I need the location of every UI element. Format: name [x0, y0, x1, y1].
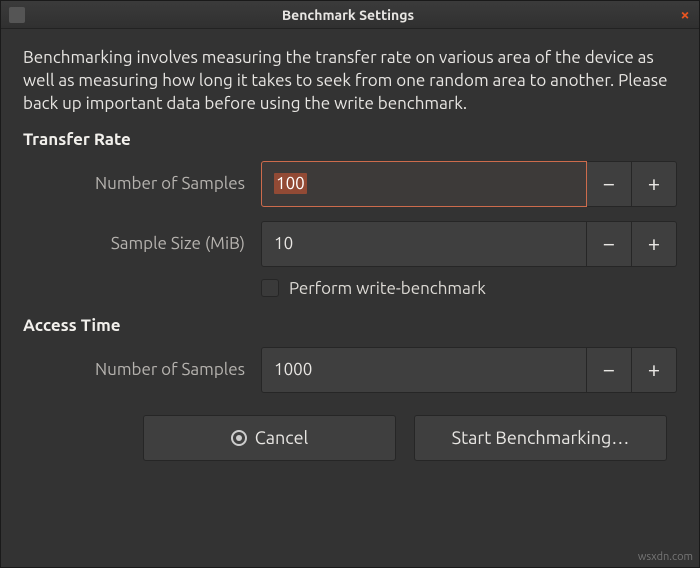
input-transfer-num-samples[interactable]: 100 — [261, 161, 587, 207]
decrement-access-num-samples[interactable]: − — [587, 347, 632, 393]
input-access-num-samples-value: 1000 — [274, 360, 312, 379]
row-transfer-num-samples: Number of Samples 100 − + — [23, 161, 677, 207]
plus-icon: + — [648, 357, 660, 382]
cancel-icon — [231, 430, 247, 446]
label-transfer-sample-size: Sample Size (MiB) — [23, 221, 261, 267]
stepper-access-num-samples: 1000 − + — [261, 347, 677, 393]
cancel-button[interactable]: Cancel — [143, 415, 396, 461]
row-access-num-samples: Number of Samples 1000 − + — [23, 347, 677, 393]
plus-icon: + — [648, 171, 660, 196]
input-transfer-sample-size[interactable]: 10 — [261, 221, 587, 267]
input-transfer-sample-size-value: 10 — [274, 234, 293, 253]
start-benchmark-button-label: Start Benchmarking… — [452, 428, 630, 448]
minus-icon: − — [603, 171, 615, 196]
decrement-transfer-sample-size[interactable]: − — [587, 221, 632, 267]
stepper-transfer-sample-size: 10 − + — [261, 221, 677, 267]
cancel-button-label: Cancel — [255, 428, 309, 448]
input-access-num-samples[interactable]: 1000 — [261, 347, 587, 393]
titlebar: Benchmark Settings × — [1, 1, 699, 29]
section-title-access-time: Access Time — [23, 316, 677, 335]
dialog-button-row: Cancel Start Benchmarking… — [23, 415, 677, 461]
decrement-transfer-num-samples[interactable]: − — [587, 161, 632, 207]
close-icon: × — [680, 6, 689, 24]
minus-icon: − — [603, 231, 615, 256]
watermark: wsxdn.com — [638, 551, 693, 563]
dialog-content: Benchmarking involves measuring the tran… — [1, 29, 699, 477]
row-transfer-sample-size: Sample Size (MiB) 10 − + — [23, 221, 677, 267]
start-benchmark-button[interactable]: Start Benchmarking… — [414, 415, 667, 461]
increment-access-num-samples[interactable]: + — [632, 347, 677, 393]
input-transfer-num-samples-value: 100 — [274, 173, 307, 194]
minus-icon: − — [603, 357, 615, 382]
description-text: Benchmarking involves measuring the tran… — [23, 47, 677, 116]
section-title-transfer-rate: Transfer Rate — [23, 130, 677, 149]
increment-transfer-sample-size[interactable]: + — [632, 221, 677, 267]
plus-icon: + — [648, 231, 660, 256]
stepper-transfer-num-samples: 100 − + — [261, 161, 677, 207]
label-transfer-num-samples: Number of Samples — [23, 161, 261, 207]
window-title: Benchmark Settings — [25, 7, 671, 23]
label-access-num-samples: Number of Samples — [23, 347, 261, 393]
app-icon — [9, 7, 25, 23]
row-write-benchmark[interactable]: Perform write-benchmark — [261, 279, 677, 298]
label-write-benchmark: Perform write-benchmark — [289, 279, 486, 298]
dialog-window: Benchmark Settings × Benchmarking involv… — [0, 0, 700, 568]
checkbox-write-benchmark[interactable] — [261, 279, 279, 297]
close-button[interactable]: × — [671, 1, 699, 29]
increment-transfer-num-samples[interactable]: + — [632, 161, 677, 207]
